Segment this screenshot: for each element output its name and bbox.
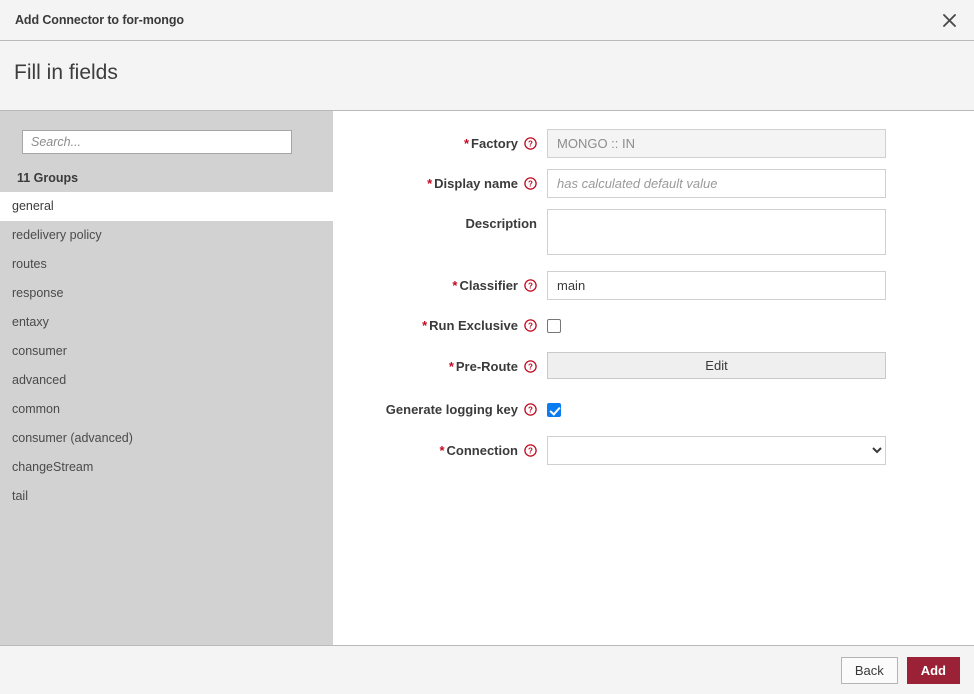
control-display-name xyxy=(547,169,974,198)
page-title: Fill in fields xyxy=(14,61,118,85)
sidebar-item-changestream[interactable]: changeStream xyxy=(0,453,333,482)
control-factory xyxy=(547,129,974,158)
field-row-connection: *Connection? xyxy=(333,436,974,465)
required-marker: * xyxy=(464,136,469,151)
label-classifier-text: Classifier xyxy=(459,278,518,293)
help-circle-icon[interactable]: ? xyxy=(524,177,537,190)
groups-sidebar: 11 Groups general redelivery policy rout… xyxy=(0,111,333,645)
field-row-generate-logging-key: Generate logging key? xyxy=(333,395,974,424)
label-run-exclusive: *Run Exclusive? xyxy=(333,311,547,340)
dialog-titlebar: Add Connector to for-mongo xyxy=(0,0,974,41)
label-factory-text: Factory xyxy=(471,136,518,151)
field-row-description: Description xyxy=(333,209,974,260)
required-marker: * xyxy=(439,443,444,458)
label-classifier: *Classifier? xyxy=(333,271,547,300)
field-row-classifier: *Classifier? xyxy=(333,271,974,300)
label-connection-text: Connection xyxy=(447,443,519,458)
sidebar-item-entaxy[interactable]: entaxy xyxy=(0,308,333,337)
groups-count-label: 11 Groups xyxy=(0,154,333,192)
connection-select[interactable] xyxy=(547,436,886,465)
sidebar-item-common[interactable]: common xyxy=(0,395,333,424)
label-display-name: *Display name? xyxy=(333,169,547,198)
sidebar-item-response[interactable]: response xyxy=(0,279,333,308)
fields-form: *Factory? *Display name? Description xyxy=(333,111,974,645)
sidebar-item-tail[interactable]: tail xyxy=(0,482,333,511)
help-circle-icon[interactable]: ? xyxy=(524,403,537,416)
close-button[interactable] xyxy=(932,4,966,36)
svg-text:?: ? xyxy=(528,140,533,149)
field-row-run-exclusive: *Run Exclusive? xyxy=(333,311,974,340)
dialog-body: 11 Groups general redelivery policy rout… xyxy=(0,110,974,645)
control-description xyxy=(547,209,974,260)
label-pre-route: *Pre-Route? xyxy=(333,352,547,381)
control-generate-logging-key xyxy=(547,395,974,417)
control-pre-route: Edit xyxy=(547,352,974,379)
classifier-field[interactable] xyxy=(547,271,886,300)
description-field[interactable] xyxy=(547,209,886,255)
label-run-exclusive-text: Run Exclusive xyxy=(429,318,518,333)
search-input[interactable] xyxy=(22,130,292,154)
label-connection: *Connection? xyxy=(333,436,547,465)
add-connector-dialog: Add Connector to for-mongo Fill in field… xyxy=(0,0,974,694)
svg-text:?: ? xyxy=(528,406,533,415)
control-connection xyxy=(547,436,974,465)
pre-route-edit-button[interactable]: Edit xyxy=(547,352,886,379)
help-circle-icon[interactable]: ? xyxy=(524,444,537,457)
help-circle-icon[interactable]: ? xyxy=(524,279,537,292)
label-generate-logging-key-text: Generate logging key xyxy=(386,402,518,417)
control-classifier xyxy=(547,271,974,300)
sidebar-item-consumer[interactable]: consumer xyxy=(0,337,333,366)
control-run-exclusive xyxy=(547,311,974,333)
svg-text:?: ? xyxy=(528,363,533,372)
sidebar-item-general[interactable]: general xyxy=(0,192,333,221)
generate-logging-key-checkbox[interactable] xyxy=(547,403,561,417)
sidebar-item-routes[interactable]: routes xyxy=(0,250,333,279)
label-display-name-text: Display name xyxy=(434,176,518,191)
svg-text:?: ? xyxy=(528,447,533,456)
label-factory: *Factory? xyxy=(333,129,547,158)
close-icon xyxy=(942,13,957,28)
label-generate-logging-key: Generate logging key? xyxy=(333,395,547,424)
search-container xyxy=(0,111,333,154)
svg-text:?: ? xyxy=(528,282,533,291)
required-marker: * xyxy=(452,278,457,293)
label-pre-route-text: Pre-Route xyxy=(456,359,518,374)
help-circle-icon[interactable]: ? xyxy=(524,137,537,150)
label-description-text: Description xyxy=(465,216,537,231)
field-row-display-name: *Display name? xyxy=(333,169,974,198)
dialog-footer: Back Add xyxy=(0,645,974,694)
sidebar-item-advanced[interactable]: advanced xyxy=(0,366,333,395)
field-row-factory: *Factory? xyxy=(333,129,974,158)
display-name-field[interactable] xyxy=(547,169,886,198)
required-marker: * xyxy=(449,359,454,374)
heading-band: Fill in fields xyxy=(0,41,974,110)
dialog-title: Add Connector to for-mongo xyxy=(15,13,184,27)
required-marker: * xyxy=(427,176,432,191)
back-button[interactable]: Back xyxy=(841,657,898,684)
required-marker: * xyxy=(422,318,427,333)
group-list: general redelivery policy routes respons… xyxy=(0,192,333,511)
run-exclusive-checkbox[interactable] xyxy=(547,319,561,333)
sidebar-item-consumer-advanced[interactable]: consumer (advanced) xyxy=(0,424,333,453)
help-circle-icon[interactable]: ? xyxy=(524,360,537,373)
add-button[interactable]: Add xyxy=(907,657,960,684)
svg-text:?: ? xyxy=(528,180,533,189)
field-row-pre-route: *Pre-Route? Edit xyxy=(333,352,974,381)
label-description: Description xyxy=(333,209,547,238)
factory-field xyxy=(547,129,886,158)
sidebar-item-redelivery-policy[interactable]: redelivery policy xyxy=(0,221,333,250)
help-circle-icon[interactable]: ? xyxy=(524,319,537,332)
svg-text:?: ? xyxy=(528,322,533,331)
